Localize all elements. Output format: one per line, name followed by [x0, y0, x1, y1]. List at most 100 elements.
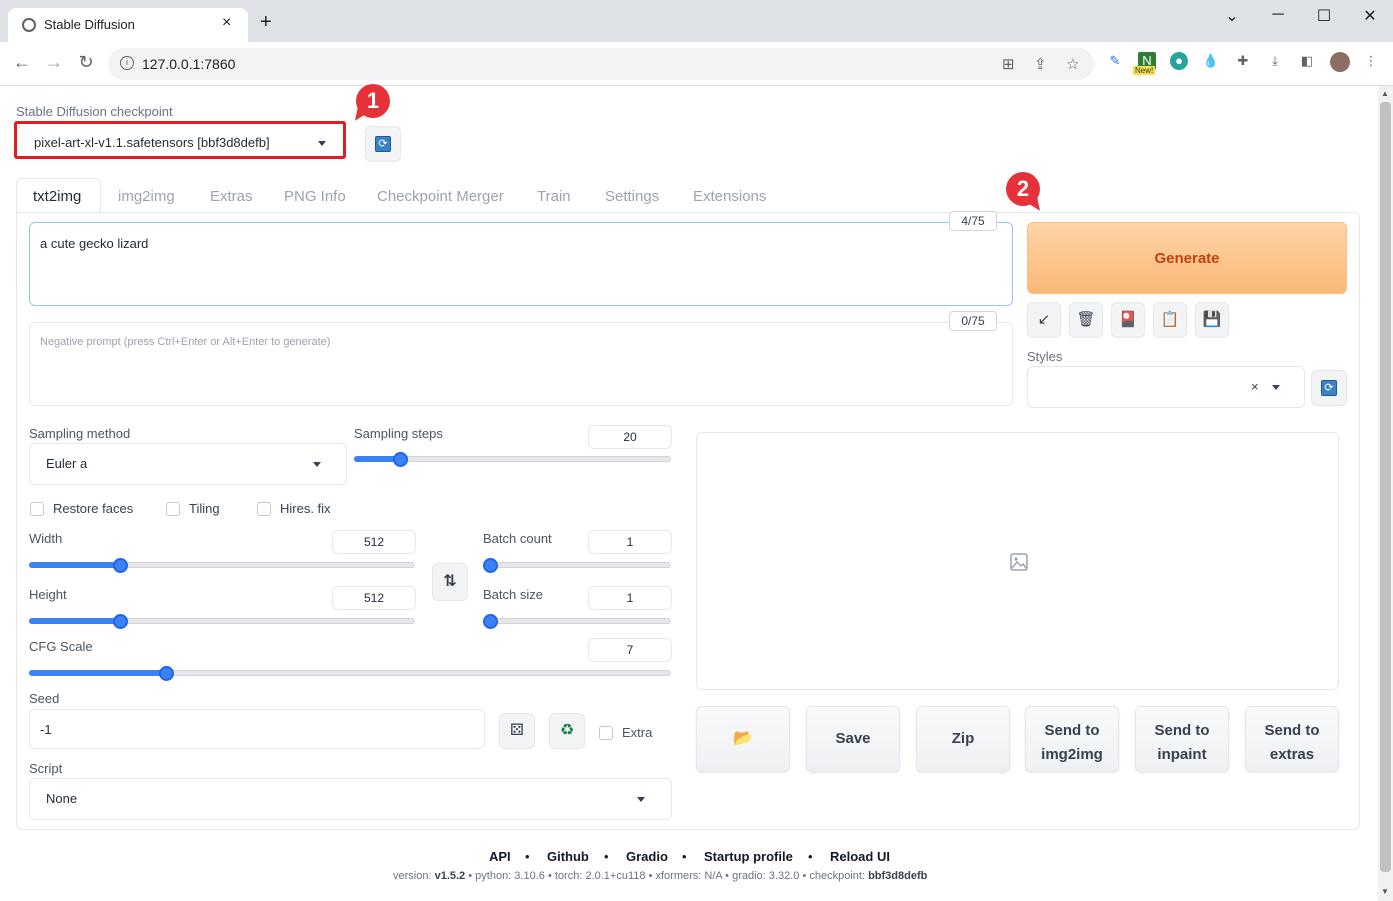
- reload-icon[interactable]: ↻: [74, 52, 98, 73]
- styles-dropdown[interactable]: [1027, 366, 1305, 408]
- tab-img2img[interactable]: img2img: [118, 188, 175, 205]
- url-text[interactable]: 127.0.0.1:7860: [142, 56, 235, 72]
- share-icon[interactable]: ⇪: [1034, 55, 1047, 73]
- profile-avatar[interactable]: [1330, 52, 1350, 72]
- new-tab-button[interactable]: +: [260, 12, 272, 32]
- close-tab-icon[interactable]: ×: [222, 14, 231, 32]
- checkpoint-hash-label: checkpoint:: [809, 870, 869, 882]
- script-dropdown[interactable]: [29, 778, 672, 820]
- tab-settings[interactable]: Settings: [605, 188, 659, 205]
- restore-faces-label[interactable]: Restore faces: [53, 501, 133, 516]
- batch-count-slider[interactable]: [483, 562, 671, 568]
- cfg-scale-input[interactable]: 7: [588, 638, 672, 662]
- footer-link-github[interactable]: Github: [547, 849, 589, 864]
- tab-extras[interactable]: Extras: [210, 188, 253, 205]
- scroll-down-icon[interactable]: ▼: [1381, 887, 1389, 896]
- refresh-styles-button[interactable]: ⟳: [1311, 370, 1347, 406]
- tab-checkpoint-merger[interactable]: Checkpoint Merger: [377, 188, 504, 205]
- batch-count-input[interactable]: 1: [588, 530, 672, 554]
- height-input[interactable]: 512: [332, 586, 416, 610]
- send-to-extras-line1: Send to: [1264, 722, 1320, 739]
- back-icon[interactable]: ←: [10, 52, 34, 73]
- scroll-up-icon[interactable]: ▲: [1381, 89, 1389, 98]
- refresh-checkpoint-button[interactable]: ⟳: [365, 126, 401, 162]
- refresh-icon: ⟳: [375, 136, 391, 152]
- tiling-label[interactable]: Tiling: [189, 501, 220, 516]
- restore-faces-checkbox[interactable]: [30, 502, 44, 516]
- send-to-inpaint-line2: inpaint: [1157, 746, 1207, 763]
- extensions-puzzle-icon[interactable]: ✚: [1234, 52, 1252, 70]
- batch-size-slider[interactable]: [483, 618, 671, 624]
- tab-extensions[interactable]: Extensions: [693, 188, 766, 205]
- extension-chat-icon[interactable]: ●: [1170, 52, 1188, 70]
- send-to-img2img-button[interactable]: Send to img2img: [1025, 706, 1119, 772]
- seed-value[interactable]: -1: [40, 722, 52, 737]
- sampling-steps-handle[interactable]: [393, 452, 408, 467]
- extra-seed-checkbox[interactable]: [599, 726, 613, 740]
- batch-count-handle[interactable]: [483, 558, 498, 573]
- footer-link-startup-profile[interactable]: Startup profile: [704, 849, 793, 864]
- random-seed-button[interactable]: ⚄: [499, 713, 535, 749]
- read-params-button[interactable]: ↙: [1027, 302, 1061, 338]
- footer-link-api[interactable]: API: [489, 849, 511, 864]
- batch-size-handle[interactable]: [483, 614, 498, 629]
- menu-kebab-icon[interactable]: ⋮: [1362, 52, 1380, 70]
- footer-link-gradio[interactable]: Gradio: [626, 849, 668, 864]
- side-panel-icon[interactable]: ◧: [1298, 52, 1316, 70]
- width-handle[interactable]: [113, 558, 128, 573]
- tab-txt2img-label[interactable]: txt2img: [33, 188, 81, 205]
- batch-count-label: Batch count: [483, 531, 552, 546]
- version-value: v1.5.2: [434, 870, 466, 882]
- apply-style-button[interactable]: 📋: [1153, 302, 1187, 338]
- extra-networks-button[interactable]: 🎴: [1111, 302, 1145, 338]
- output-gallery: [696, 432, 1339, 690]
- cfg-scale-handle[interactable]: [159, 666, 174, 681]
- negative-prompt-textarea[interactable]: [29, 322, 1013, 406]
- send-to-extras-button[interactable]: Send to extras: [1245, 706, 1339, 772]
- xformers-version: xformers: N/A: [655, 870, 723, 882]
- reuse-seed-button[interactable]: ♻: [549, 713, 585, 749]
- close-window-icon[interactable]: ✕: [1355, 6, 1385, 26]
- prompt-token-counter: 4/75: [949, 211, 997, 231]
- chevron-down-icon: [637, 797, 645, 802]
- bookmark-star-icon[interactable]: ☆: [1066, 55, 1079, 73]
- browser-tab[interactable]: Stable Diffusion ×: [8, 8, 248, 42]
- address-bar[interactable]: i 127.0.0.1:7860 ⊞ ⇪ ☆: [108, 48, 1094, 80]
- prompt-text[interactable]: a cute gecko lizard: [40, 236, 148, 251]
- browser-tabstrip: Stable Diffusion × + ⌄ ─ ☐ ✕: [0, 0, 1393, 42]
- height-handle[interactable]: [113, 614, 128, 629]
- swap-dimensions-button[interactable]: ⇅: [432, 563, 468, 601]
- clear-styles-icon[interactable]: ×: [1251, 379, 1259, 394]
- hires-fix-checkbox[interactable]: [257, 502, 271, 516]
- sampling-steps-input[interactable]: 20: [588, 425, 672, 449]
- extension-drop-icon[interactable]: 💧: [1202, 52, 1220, 70]
- generate-button[interactable]: Generate: [1027, 222, 1347, 294]
- trash-button[interactable]: 🗑: [1069, 302, 1103, 338]
- download-icon[interactable]: ⤓: [1266, 52, 1284, 70]
- prompt-textarea[interactable]: [29, 222, 1013, 306]
- translate-icon[interactable]: ⊞: [1002, 55, 1015, 73]
- info-icon[interactable]: i: [120, 56, 134, 70]
- batch-size-input[interactable]: 1: [588, 586, 672, 610]
- extension-pen-icon[interactable]: ✎: [1106, 52, 1124, 70]
- tab-png-info[interactable]: PNG Info: [284, 188, 346, 205]
- footer-link-reload-ui[interactable]: Reload UI: [830, 849, 890, 864]
- tiling-checkbox[interactable]: [166, 502, 180, 516]
- seed-input[interactable]: [29, 709, 485, 749]
- dice-icon: ⚄: [510, 722, 524, 739]
- zip-button[interactable]: Zip: [916, 706, 1010, 772]
- send-to-inpaint-button[interactable]: Send to inpaint: [1135, 706, 1229, 772]
- extra-seed-label[interactable]: Extra: [622, 725, 652, 740]
- width-input[interactable]: 512: [332, 530, 416, 554]
- hires-fix-label[interactable]: Hires. fix: [280, 501, 331, 516]
- tab-search-icon[interactable]: ⌄: [1217, 6, 1247, 26]
- forward-icon[interactable]: →: [42, 52, 66, 73]
- tab-train[interactable]: Train: [537, 188, 571, 205]
- save-button[interactable]: Save: [806, 706, 900, 772]
- scrollbar-thumb[interactable]: [1380, 102, 1391, 872]
- checkpoint-label: Stable Diffusion checkpoint: [16, 104, 173, 119]
- open-folder-button[interactable]: 📂: [696, 706, 790, 772]
- maximize-icon[interactable]: ☐: [1309, 6, 1339, 26]
- minimize-icon[interactable]: ─: [1263, 6, 1293, 24]
- save-style-button[interactable]: 💾: [1195, 302, 1229, 338]
